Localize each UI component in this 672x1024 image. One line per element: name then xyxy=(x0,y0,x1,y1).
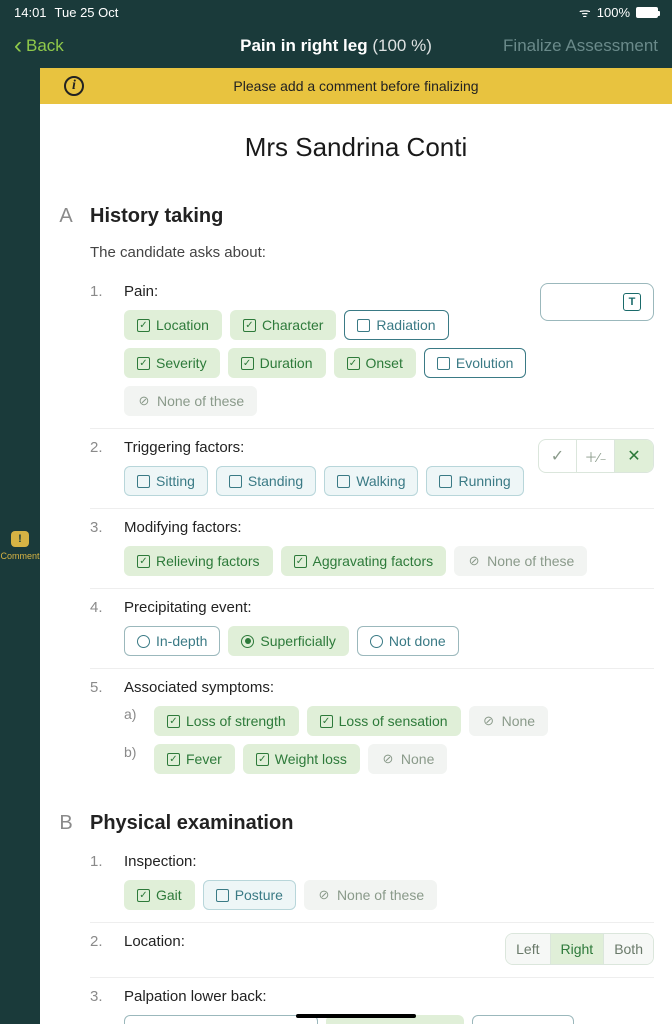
chip-location[interactable]: Location xyxy=(124,310,222,340)
qlabel: Modifying factors: xyxy=(124,519,654,536)
loc-both[interactable]: Both xyxy=(604,934,653,964)
qnum: 3. xyxy=(90,988,110,1005)
wifi-icon: ᯤ xyxy=(579,3,591,21)
subletter: b) xyxy=(124,744,142,760)
chip-notdone[interactable]: Not done xyxy=(357,626,459,656)
qnum: 2. xyxy=(90,933,110,950)
qlabel: Inspection: xyxy=(124,853,654,870)
chip-completed[interactable]: Completed satisfactorily xyxy=(124,1015,318,1024)
chip-walking[interactable]: Walking xyxy=(324,466,418,496)
qnum: 2. xyxy=(90,439,110,456)
section-title: History taking xyxy=(90,205,223,228)
text-note-button[interactable]: T xyxy=(540,283,654,321)
comment-label: Comment xyxy=(0,551,39,561)
text-icon: T xyxy=(623,293,641,311)
back-button[interactable]: ‹ Back xyxy=(14,34,64,58)
chip-relieving[interactable]: Relieving factors xyxy=(124,546,273,576)
qlabel: Precipitating event: xyxy=(124,599,654,616)
subletter: a) xyxy=(124,706,142,722)
qnum: 5. xyxy=(90,679,110,696)
loc-left[interactable]: Left xyxy=(506,934,550,964)
qlabel: Palpation lower back: xyxy=(124,988,654,1005)
battery-pct: 100% xyxy=(597,5,630,20)
chip-posture[interactable]: Posture xyxy=(203,880,296,910)
chevron-left-icon: ‹ xyxy=(14,34,22,58)
comment-icon: ! xyxy=(11,531,29,547)
chip-onset[interactable]: Onset xyxy=(334,348,416,378)
chip-aggravating[interactable]: Aggravating factors xyxy=(281,546,447,576)
finalize-button[interactable]: Finalize Assessment xyxy=(503,36,658,56)
page-title: Pain in right leg (100 %) xyxy=(240,36,432,56)
chip-loss-sensation[interactable]: Loss of sensation xyxy=(307,706,461,736)
chip-none[interactable]: ⊘None xyxy=(368,744,447,774)
section-letter: B xyxy=(58,812,74,835)
loc-right[interactable]: Right xyxy=(551,934,605,964)
chip-standing[interactable]: Standing xyxy=(216,466,316,496)
qnum: 3. xyxy=(90,519,110,536)
home-indicator xyxy=(296,1014,416,1018)
section-title: Physical examination xyxy=(90,812,293,835)
chip-evolution[interactable]: Evolution xyxy=(424,348,527,378)
qlabel: Location: xyxy=(124,933,495,950)
score-x[interactable]: ✕ xyxy=(615,440,653,472)
chip-running[interactable]: Running xyxy=(426,466,523,496)
status-date: Tue 25 Oct xyxy=(55,5,119,20)
chip-notdone[interactable]: Not done xyxy=(472,1015,574,1024)
warning-banner: i Please add a comment before finalizing xyxy=(40,68,672,104)
section-hint: The candidate asks about: xyxy=(90,236,654,273)
score-check[interactable]: ✓ xyxy=(539,440,577,472)
chip-gait[interactable]: Gait xyxy=(124,880,195,910)
qnum: 1. xyxy=(90,853,110,870)
qnum: 1. xyxy=(90,283,110,300)
chip-severity[interactable]: Severity xyxy=(124,348,220,378)
back-label: Back xyxy=(26,36,64,56)
qlabel: Triggering factors: xyxy=(124,439,528,456)
comment-button[interactable]: ! Comment xyxy=(0,531,39,561)
chip-fever[interactable]: Fever xyxy=(154,744,235,774)
chip-loss-strength[interactable]: Loss of strength xyxy=(154,706,299,736)
chip-superficially[interactable]: Superficially xyxy=(228,626,348,656)
chip-none[interactable]: ⊘None of these xyxy=(124,386,257,416)
chip-weight[interactable]: Weight loss xyxy=(243,744,360,774)
nav-bar: ‹ Back Pain in right leg (100 %) Finaliz… xyxy=(0,24,672,68)
patient-name: Mrs Sandrina Conti xyxy=(40,104,672,193)
chip-radiation[interactable]: Radiation xyxy=(344,310,448,340)
banner-text: Please add a comment before finalizing xyxy=(233,78,478,94)
chip-none[interactable]: ⊘None of these xyxy=(454,546,587,576)
status-time: 14:01 xyxy=(14,5,47,20)
score-half[interactable]: ＋∕₋ xyxy=(577,440,615,472)
info-icon: i xyxy=(64,76,84,96)
status-bar: 14:01 Tue 25 Oct ᯤ 100% xyxy=(0,0,672,24)
chip-duration[interactable]: Duration xyxy=(228,348,326,378)
battery-icon xyxy=(636,7,658,18)
chip-indepth[interactable]: In-depth xyxy=(124,626,220,656)
qlabel: Associated symptoms: xyxy=(124,679,654,696)
chip-character[interactable]: Character xyxy=(230,310,336,340)
section-letter: A xyxy=(58,205,74,228)
chip-none[interactable]: ⊘None of these xyxy=(304,880,437,910)
location-control: Left Right Both xyxy=(505,933,654,965)
main-content: i Please add a comment before finalizing… xyxy=(40,68,672,1024)
qlabel: Pain: xyxy=(124,283,530,300)
left-rail: ! Comment xyxy=(0,68,40,1024)
chip-sitting[interactable]: Sitting xyxy=(124,466,208,496)
qnum: 4. xyxy=(90,599,110,616)
score-control: ✓ ＋∕₋ ✕ xyxy=(538,439,654,473)
chip-none[interactable]: ⊘None xyxy=(469,706,548,736)
